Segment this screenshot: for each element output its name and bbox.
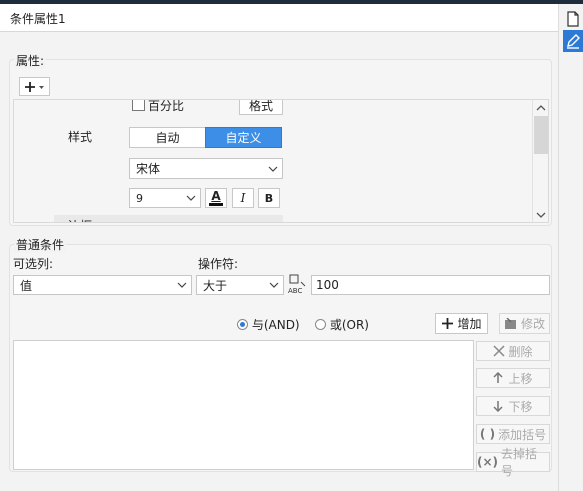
format-button[interactable]: 格式 [239, 100, 283, 115]
style-label: 样式 [68, 130, 93, 144]
scroll-up-icon[interactable] [536, 104, 546, 112]
color-swatch [209, 203, 223, 206]
move-up-label: 上移 [508, 371, 533, 386]
chevron-down-icon [264, 159, 282, 178]
arrow-down-icon [493, 401, 504, 412]
percent-checkbox[interactable] [132, 100, 145, 111]
font-size-select[interactable]: 9 [129, 188, 201, 208]
and-radio[interactable]: 与(AND) [237, 316, 300, 333]
delete-label: 删除 [508, 344, 533, 359]
scrollbar-thumb[interactable] [534, 116, 548, 154]
column-label: 可选列: [13, 257, 54, 271]
column-value: 值 [20, 278, 33, 293]
style-auto-button[interactable]: 自动 [129, 127, 206, 148]
column-select[interactable]: 值 [13, 275, 192, 295]
dialog-title: 条件属性1 [10, 12, 66, 26]
bold-button[interactable]: B [258, 188, 280, 208]
or-radio[interactable]: 或(OR) [315, 316, 369, 333]
chevron-down-icon [173, 276, 191, 294]
font-color-icon: A [211, 189, 221, 203]
vertical-scrollbar[interactable] [532, 100, 548, 222]
chevron-down-icon [265, 276, 283, 294]
font-family-value: 宋体 [136, 162, 161, 176]
pencil-icon[interactable] [563, 30, 583, 52]
edit-icon [504, 317, 516, 329]
italic-button[interactable]: I [232, 188, 254, 208]
font-size-value: 9 [136, 191, 143, 205]
title-bar: 条件属性1 [0, 4, 558, 32]
or-radio-label: 或(OR) [329, 318, 369, 332]
value-input[interactable]: 100 [311, 275, 550, 295]
radio-checked-icon [237, 319, 248, 330]
plus-icon [442, 318, 454, 329]
arrow-up-icon [493, 372, 504, 383]
value-text: 100 [316, 278, 339, 292]
close-icon [493, 345, 506, 357]
value-type-icon[interactable]: ABC [287, 273, 309, 295]
scroll-down-icon[interactable] [536, 211, 546, 219]
remove-parens-icon: (×) [477, 455, 499, 469]
parens-icon: ( ) [479, 427, 496, 441]
side-toolbar [558, 4, 583, 491]
modify-condition-button[interactable]: 修改 [499, 313, 550, 334]
add-condition-label: 增加 [457, 317, 482, 331]
remove-parens-button[interactable]: (×) 去掉括号 [476, 447, 550, 478]
add-property-button[interactable] [19, 77, 50, 96]
font-color-button[interactable]: A [205, 188, 227, 208]
radio-unchecked-icon [315, 319, 326, 330]
add-parens-label: 添加括号 [498, 427, 547, 442]
chevron-down-icon [182, 189, 200, 207]
percent-checkbox-label: 百分比 [148, 99, 185, 113]
move-up-button[interactable]: 上移 [476, 368, 550, 388]
modify-condition-label: 修改 [520, 317, 545, 331]
add-parens-button[interactable]: ( ) 添加括号 [476, 424, 550, 444]
svg-text:ABC: ABC [288, 287, 302, 295]
border-label: 边框 [68, 217, 92, 222]
properties-label: 属性: [14, 52, 47, 69]
plus-icon [24, 81, 44, 92]
style-custom-button[interactable]: 自定义 [205, 127, 282, 148]
condition-label: 普通条件 [14, 236, 67, 253]
operator-value: 大于 [203, 278, 228, 293]
font-family-select[interactable]: 宋体 [129, 158, 283, 179]
condition-list[interactable] [13, 340, 474, 470]
property-scroll-panel: 百分比 格式 样式 自动 自定义 宋体 9 A I B 边框 [13, 99, 549, 223]
document-icon[interactable] [563, 8, 583, 30]
and-radio-label: 与(AND) [251, 318, 300, 332]
move-down-label: 下移 [508, 399, 533, 414]
operator-select[interactable]: 大于 [196, 275, 284, 295]
add-condition-button[interactable]: 增加 [435, 313, 488, 334]
operator-label: 操作符: [198, 257, 239, 271]
move-down-button[interactable]: 下移 [476, 396, 550, 416]
remove-parens-label: 去掉括号 [501, 447, 538, 478]
delete-button[interactable]: 删除 [476, 341, 550, 361]
